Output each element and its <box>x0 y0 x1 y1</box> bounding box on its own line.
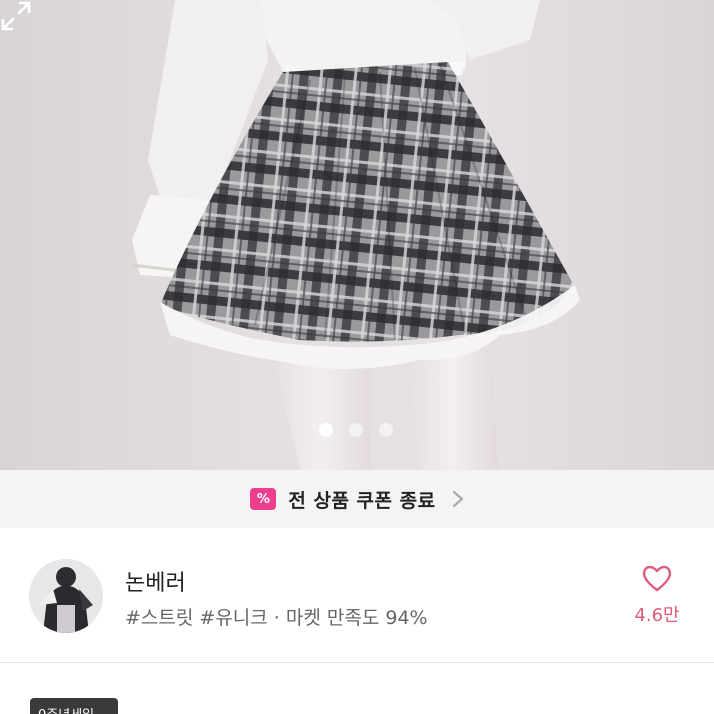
section-divider <box>0 662 714 663</box>
heart-outline-icon <box>642 565 672 592</box>
like-count: 4.6만 <box>634 605 680 626</box>
chevron-right-icon <box>452 490 463 508</box>
like-button[interactable]: 4.6만 <box>630 563 684 627</box>
product-image[interactable] <box>0 0 714 470</box>
carousel-dot-3[interactable] <box>379 423 393 437</box>
seller-avatar[interactable] <box>29 559 103 633</box>
carousel-dot-2[interactable] <box>349 423 363 437</box>
coupon-banner-text: 전 상품 쿠폰 종료 <box>288 489 436 512</box>
expand-icon[interactable] <box>0 0 32 32</box>
coupon-badge-icon: % <box>250 488 277 510</box>
seller-name[interactable]: 논베러 <box>125 565 186 597</box>
product-photo-skirt <box>131 0 580 470</box>
carousel-indicator <box>319 423 393 437</box>
seller-info[interactable]: 논베러 #스트릿 #유니크 · 마켓 만족도 94% 4.6만 <box>0 528 714 663</box>
seller-meta: #스트릿 #유니크 · 마켓 만족도 94% <box>125 607 428 629</box>
seller-avatar-image <box>29 559 103 633</box>
carousel-dot-1[interactable] <box>319 423 333 437</box>
coupon-banner[interactable]: % 전 상품 쿠폰 종료 <box>0 470 714 528</box>
promo-tag: 0주년세일 <box>30 698 118 714</box>
